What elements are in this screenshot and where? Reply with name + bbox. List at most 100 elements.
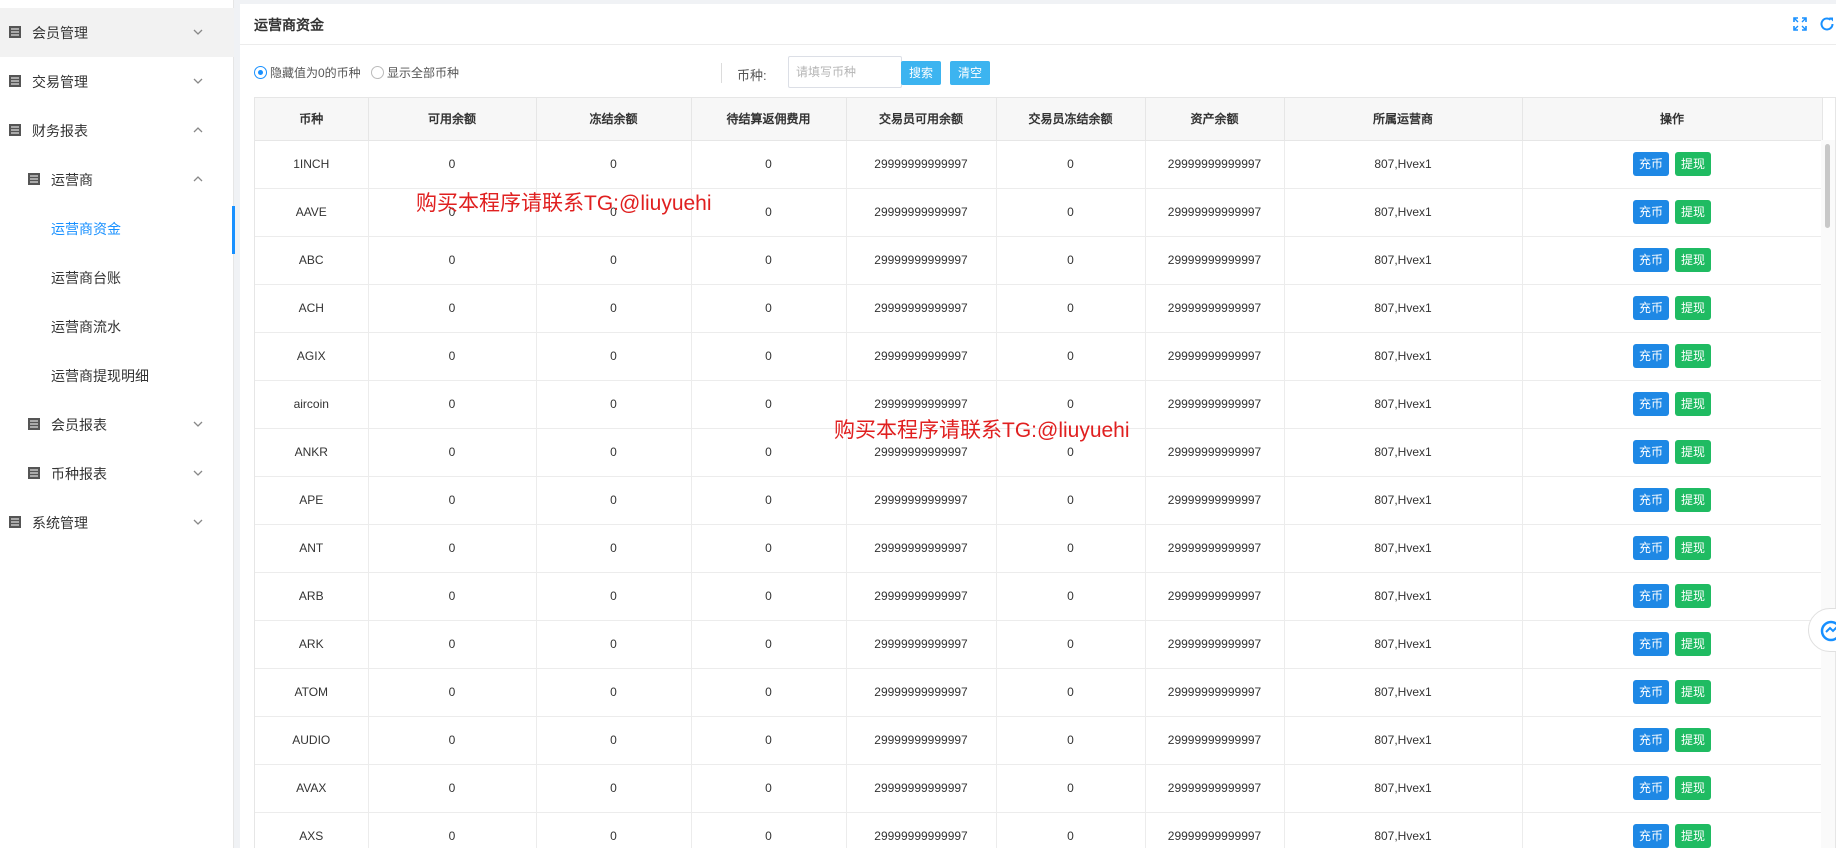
show-all-label: 显示全部币种 (387, 66, 460, 80)
table-row: ARB 0 0 0 29999999999997 0 29999999999997 807,H… (255, 572, 1823, 621)
sidebar-item[interactable]: 运营商 (0, 155, 234, 204)
deposit-button[interactable]: 充币 (1632, 152, 1669, 176)
list-icon (28, 418, 40, 430)
sidebar-item[interactable]: 财务报表 (0, 106, 234, 155)
withdraw-button[interactable]: 提现 (1675, 296, 1712, 320)
table-cell: ANT (255, 524, 369, 573)
list-icon (28, 467, 40, 479)
table-cell: AAVE (255, 188, 369, 237)
table-cell: 0 (536, 476, 692, 525)
deposit-button[interactable]: 充币 (1632, 392, 1669, 416)
sidebar-item[interactable]: 运营商流水 (0, 302, 234, 351)
hide-zero-radio[interactable]: 隐藏值为0的币种 (254, 64, 361, 81)
withdraw-button[interactable]: 提现 (1675, 728, 1712, 752)
refresh-icon[interactable] (1819, 16, 1835, 32)
withdraw-button[interactable]: 提现 (1675, 392, 1712, 416)
withdraw-button[interactable]: 提现 (1675, 536, 1712, 560)
table-cell: 807,Hvex1 (1284, 668, 1523, 717)
sidebar-item-label: 币种报表 (51, 466, 107, 482)
chevron-down-icon (192, 467, 204, 479)
table-cell: 0 (996, 620, 1146, 669)
coin-label: 币种: (737, 68, 767, 83)
withdraw-button[interactable]: 提现 (1675, 152, 1712, 176)
sidebar-item[interactable]: 系统管理 (0, 498, 234, 547)
sidebar-item[interactable]: 交易管理 (0, 57, 234, 106)
table-cell: 29999999999997 (1145, 284, 1285, 333)
deposit-button[interactable]: 充币 (1632, 584, 1669, 608)
deposit-button[interactable]: 充币 (1632, 296, 1669, 320)
show-all-radio[interactable]: 显示全部币种 (371, 64, 459, 81)
table-cell: 29999999999997 (846, 812, 997, 848)
sidebar-item[interactable]: 会员管理 (0, 8, 234, 57)
table-cell: 0 (536, 332, 692, 381)
withdraw-button[interactable]: 提现 (1675, 776, 1712, 800)
table-row: ATOM 0 0 0 29999999999997 0 29999999999997 807,… (255, 668, 1823, 717)
table-cell: 0 (691, 380, 847, 429)
deposit-button[interactable]: 充币 (1632, 824, 1669, 848)
table-cell: 0 (536, 620, 692, 669)
table-cell: 807,Hvex1 (1284, 284, 1523, 333)
actions-cell: 充币 提现 (1522, 332, 1823, 381)
table-cell: 0 (691, 764, 847, 813)
deposit-button[interactable]: 充币 (1632, 344, 1669, 368)
table-cell: 0 (996, 668, 1146, 717)
table-cell: ARB (255, 572, 369, 621)
scroll-thumb[interactable] (1825, 144, 1830, 228)
table-cell: 29999999999997 (1145, 716, 1285, 765)
table-scrollbar[interactable] (1821, 140, 1835, 848)
actions-cell: 充币 提现 (1522, 620, 1823, 669)
table-row: AUDIO 0 0 0 29999999999997 0 29999999999997 807… (255, 716, 1823, 765)
table-cell: 0 (536, 428, 692, 477)
table-cell: ANKR (255, 428, 369, 477)
table-cell: 29999999999997 (1145, 812, 1285, 848)
withdraw-button[interactable]: 提现 (1675, 248, 1712, 272)
sidebar-item-label: 运营商流水 (51, 319, 121, 335)
search-button[interactable]: 搜索 (901, 61, 942, 85)
table-cell: aircoin (255, 380, 369, 429)
withdraw-button[interactable]: 提现 (1675, 824, 1712, 848)
sidebar-item[interactable]: 币种报表 (0, 449, 234, 498)
sidebar-item[interactable]: 运营商台账 (0, 253, 234, 302)
table-cell: 0 (368, 332, 537, 381)
table-cell: 0 (536, 764, 692, 813)
radio-dot (254, 66, 267, 79)
table-cell: 0 (368, 236, 537, 285)
deposit-button[interactable]: 充币 (1632, 536, 1669, 560)
withdraw-button[interactable]: 提现 (1675, 344, 1712, 368)
actions-cell: 充币 提现 (1522, 284, 1823, 333)
coin-search-input[interactable] (788, 56, 902, 88)
deposit-button[interactable]: 充币 (1632, 488, 1669, 512)
withdraw-button[interactable]: 提现 (1675, 488, 1712, 512)
table-cell: 0 (996, 140, 1146, 189)
sidebar-item[interactable]: 运营商提现明细 (0, 351, 234, 400)
sidebar-item[interactable]: 运营商资金 (0, 204, 234, 253)
sidebar-item[interactable]: 会员报表 (0, 400, 234, 449)
clear-button[interactable]: 清空 (950, 61, 991, 85)
table-cell: ABC (255, 236, 369, 285)
deposit-button[interactable]: 充币 (1632, 728, 1669, 752)
actions-cell: 充币 提现 (1522, 812, 1823, 848)
deposit-button[interactable]: 充币 (1632, 440, 1669, 464)
table-row: AXS 0 0 0 29999999999997 0 29999999999997 807,H… (255, 812, 1823, 848)
withdraw-button[interactable]: 提现 (1675, 584, 1712, 608)
withdraw-button[interactable]: 提现 (1675, 632, 1712, 656)
column-header: 待结算返佣费用 (691, 98, 847, 141)
deposit-button[interactable]: 充币 (1632, 248, 1669, 272)
actions-cell: 充币 提现 (1522, 476, 1823, 525)
table-cell: 29999999999997 (1145, 572, 1285, 621)
table-row: APE 0 0 0 29999999999997 0 29999999999997 807,H… (255, 476, 1823, 525)
fullscreen-icon[interactable] (1792, 16, 1808, 32)
table-cell: 0 (368, 476, 537, 525)
withdraw-button[interactable]: 提现 (1675, 680, 1712, 704)
table-cell: 0 (691, 284, 847, 333)
deposit-button[interactable]: 充币 (1632, 680, 1669, 704)
table-cell: 807,Hvex1 (1284, 140, 1523, 189)
deposit-button[interactable]: 充币 (1632, 632, 1669, 656)
deposit-button[interactable]: 充币 (1632, 776, 1669, 800)
deposit-button[interactable]: 充币 (1632, 200, 1669, 224)
sidebar-item-label: 运营商台账 (51, 270, 121, 286)
column-header: 币种 (255, 98, 369, 141)
table-cell: 807,Hvex1 (1284, 380, 1523, 429)
withdraw-button[interactable]: 提现 (1675, 200, 1712, 224)
withdraw-button[interactable]: 提现 (1675, 440, 1712, 464)
